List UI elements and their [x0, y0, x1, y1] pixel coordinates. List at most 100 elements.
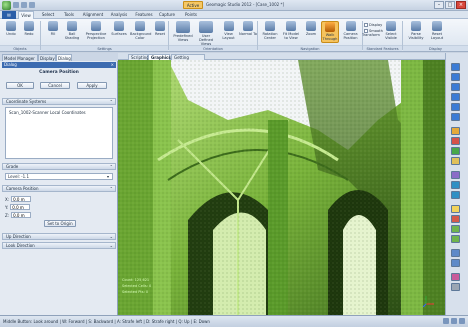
- display-check-label: Display: [369, 23, 383, 27]
- fit-model-button[interactable]: Fit Model to View: [281, 21, 301, 43]
- cancel-button[interactable]: Cancel: [40, 82, 70, 89]
- settings-icon[interactable]: [451, 283, 460, 291]
- select-tool-icon[interactable]: [451, 127, 460, 135]
- close-button[interactable]: ×: [456, 1, 466, 9]
- fill-button[interactable]: Fill: [44, 21, 62, 43]
- perspective-projection-button[interactable]: Perspective Projection: [85, 21, 107, 43]
- surfaces-button[interactable]: Surfaces: [110, 21, 128, 43]
- save-icon[interactable]: [13, 2, 19, 8]
- minimize-button[interactable]: –: [434, 1, 444, 9]
- layer-icon[interactable]: [451, 249, 460, 257]
- zoom-area-icon[interactable]: [451, 191, 460, 199]
- display-check-row[interactable]: Display: [364, 23, 382, 27]
- coordinate-systems-header[interactable]: Coordinate Systems ⌃: [2, 98, 116, 105]
- view-right-icon[interactable]: [451, 93, 460, 101]
- ball-shading-button[interactable]: Ball Shading: [63, 21, 81, 43]
- dialog-heading: Camera Position: [39, 70, 79, 75]
- x-field[interactable]: [11, 196, 32, 202]
- z-label: Z:: [5, 212, 10, 218]
- highlight-icon[interactable]: [451, 205, 460, 213]
- z-field[interactable]: [11, 212, 32, 218]
- user-defined-views-button[interactable]: User Defined Views: [195, 21, 217, 46]
- brush-tool-icon[interactable]: [451, 147, 460, 155]
- parse-visibility-button[interactable]: Parse Visibility: [406, 21, 426, 43]
- view-back-icon[interactable]: [451, 73, 460, 81]
- invert-selection-icon[interactable]: [451, 225, 460, 233]
- point-cloud-scene[interactable]: Count: 125,621 Selected Cells: 0 Selecte…: [118, 60, 445, 315]
- fit-view-icon[interactable]: [451, 181, 460, 189]
- fill-label: Fill: [50, 32, 56, 36]
- file-menu-button[interactable]: ▤: [2, 11, 16, 19]
- tab-model-manager[interactable]: Model Manager: [2, 54, 38, 61]
- group-objects: Objects: [0, 45, 40, 51]
- coordinate-systems-list[interactable]: Scan_1002-Scanner Local Coordinates: [5, 107, 113, 159]
- tab-features[interactable]: Features: [134, 11, 154, 19]
- isometric-view-icon[interactable]: [451, 171, 460, 179]
- grade-dropdown[interactable]: Level: -1.1 ▾: [5, 173, 113, 180]
- redo-icon[interactable]: [29, 2, 35, 8]
- zoom-icon: [306, 21, 316, 31]
- grow-selection-icon[interactable]: [451, 235, 460, 243]
- surfaces-icon: [114, 21, 124, 31]
- app-logo-icon[interactable]: [2, 1, 11, 10]
- view-bottom-icon[interactable]: [451, 113, 460, 121]
- tab-capture[interactable]: Capture: [158, 11, 176, 19]
- undo-icon[interactable]: [21, 2, 27, 8]
- grade-value: Level: -1.1: [8, 174, 29, 179]
- undo-label: Undo: [6, 32, 16, 36]
- walk-through-label: Walk Through: [322, 33, 338, 41]
- camera-position-button[interactable]: Camera Position: [341, 21, 360, 43]
- view-layout-button[interactable]: View Layout: [219, 21, 238, 43]
- grid-icon[interactable]: [443, 318, 449, 324]
- z-row: Z:: [5, 212, 32, 218]
- ok-button[interactable]: OK: [6, 82, 34, 89]
- view-left-icon[interactable]: [451, 83, 460, 91]
- rectangle-select-icon[interactable]: [451, 157, 460, 165]
- units-icon[interactable]: [451, 318, 457, 324]
- tab-display[interactable]: Display: [38, 54, 56, 61]
- tab-alignment[interactable]: Alignment: [82, 11, 104, 19]
- apply-button[interactable]: Apply: [77, 82, 107, 89]
- group-settings: Settings: [41, 45, 168, 51]
- close-icon[interactable]: ×: [111, 62, 114, 68]
- zoom-label: Zoom: [305, 32, 317, 36]
- background-color-button[interactable]: Background Color: [130, 21, 152, 43]
- color-map-icon[interactable]: [451, 273, 460, 281]
- tab-view[interactable]: View: [18, 11, 34, 19]
- view-front-icon[interactable]: [451, 63, 460, 71]
- walk-through-button[interactable]: Walk Through: [321, 21, 339, 43]
- display-checkbox[interactable]: [364, 23, 368, 27]
- tab-tools[interactable]: Tools: [62, 11, 76, 19]
- transform-button[interactable]: Transform: [362, 33, 380, 45]
- maximize-button[interactable]: □: [445, 1, 455, 9]
- list-item[interactable]: Scan_1002-Scanner Local Coordinates: [8, 109, 110, 116]
- view-top-icon[interactable]: [451, 103, 460, 111]
- reset-button[interactable]: Reset: [151, 21, 169, 43]
- grade-header[interactable]: Grade ⌃: [2, 163, 116, 170]
- chevron-down-icon: ⌄: [109, 243, 113, 248]
- redo-button[interactable]: Redo: [20, 21, 38, 43]
- tab-analysis[interactable]: Analysis: [110, 11, 128, 19]
- up-direction-header[interactable]: Up Direction ⌄: [2, 233, 116, 240]
- tab-dialog[interactable]: Dialog: [56, 54, 72, 61]
- y-field[interactable]: [10, 204, 31, 210]
- rotation-center-button[interactable]: Rotation Center: [260, 21, 280, 43]
- active-context-tab[interactable]: Active: [183, 1, 203, 9]
- camera-position-header[interactable]: Camera Position ⌃: [2, 185, 116, 192]
- background-color-label: Background Color: [130, 32, 152, 40]
- clear-selection-icon[interactable]: [451, 215, 460, 223]
- reset-layout-button[interactable]: Reset Layout: [428, 21, 446, 43]
- predefined-views-button[interactable]: Predefined Views: [172, 21, 194, 43]
- normal-to-button[interactable]: Normal To: [239, 21, 257, 43]
- zoom-button[interactable]: Zoom: [302, 21, 320, 43]
- reset-layout-icon: [432, 21, 442, 31]
- select-visible-button[interactable]: Select Visible: [382, 21, 400, 43]
- look-direction-header[interactable]: Look Direction ⌄: [2, 242, 116, 249]
- set-to-origin-button[interactable]: Set to Origin: [44, 220, 76, 227]
- tab-select[interactable]: Select: [40, 11, 56, 19]
- undo-button[interactable]: Undo: [2, 21, 20, 43]
- tab-points[interactable]: Points: [184, 11, 198, 19]
- chevron-up-icon: ⌃: [109, 164, 113, 169]
- properties-icon[interactable]: [451, 259, 460, 267]
- lasso-tool-icon[interactable]: [451, 137, 460, 145]
